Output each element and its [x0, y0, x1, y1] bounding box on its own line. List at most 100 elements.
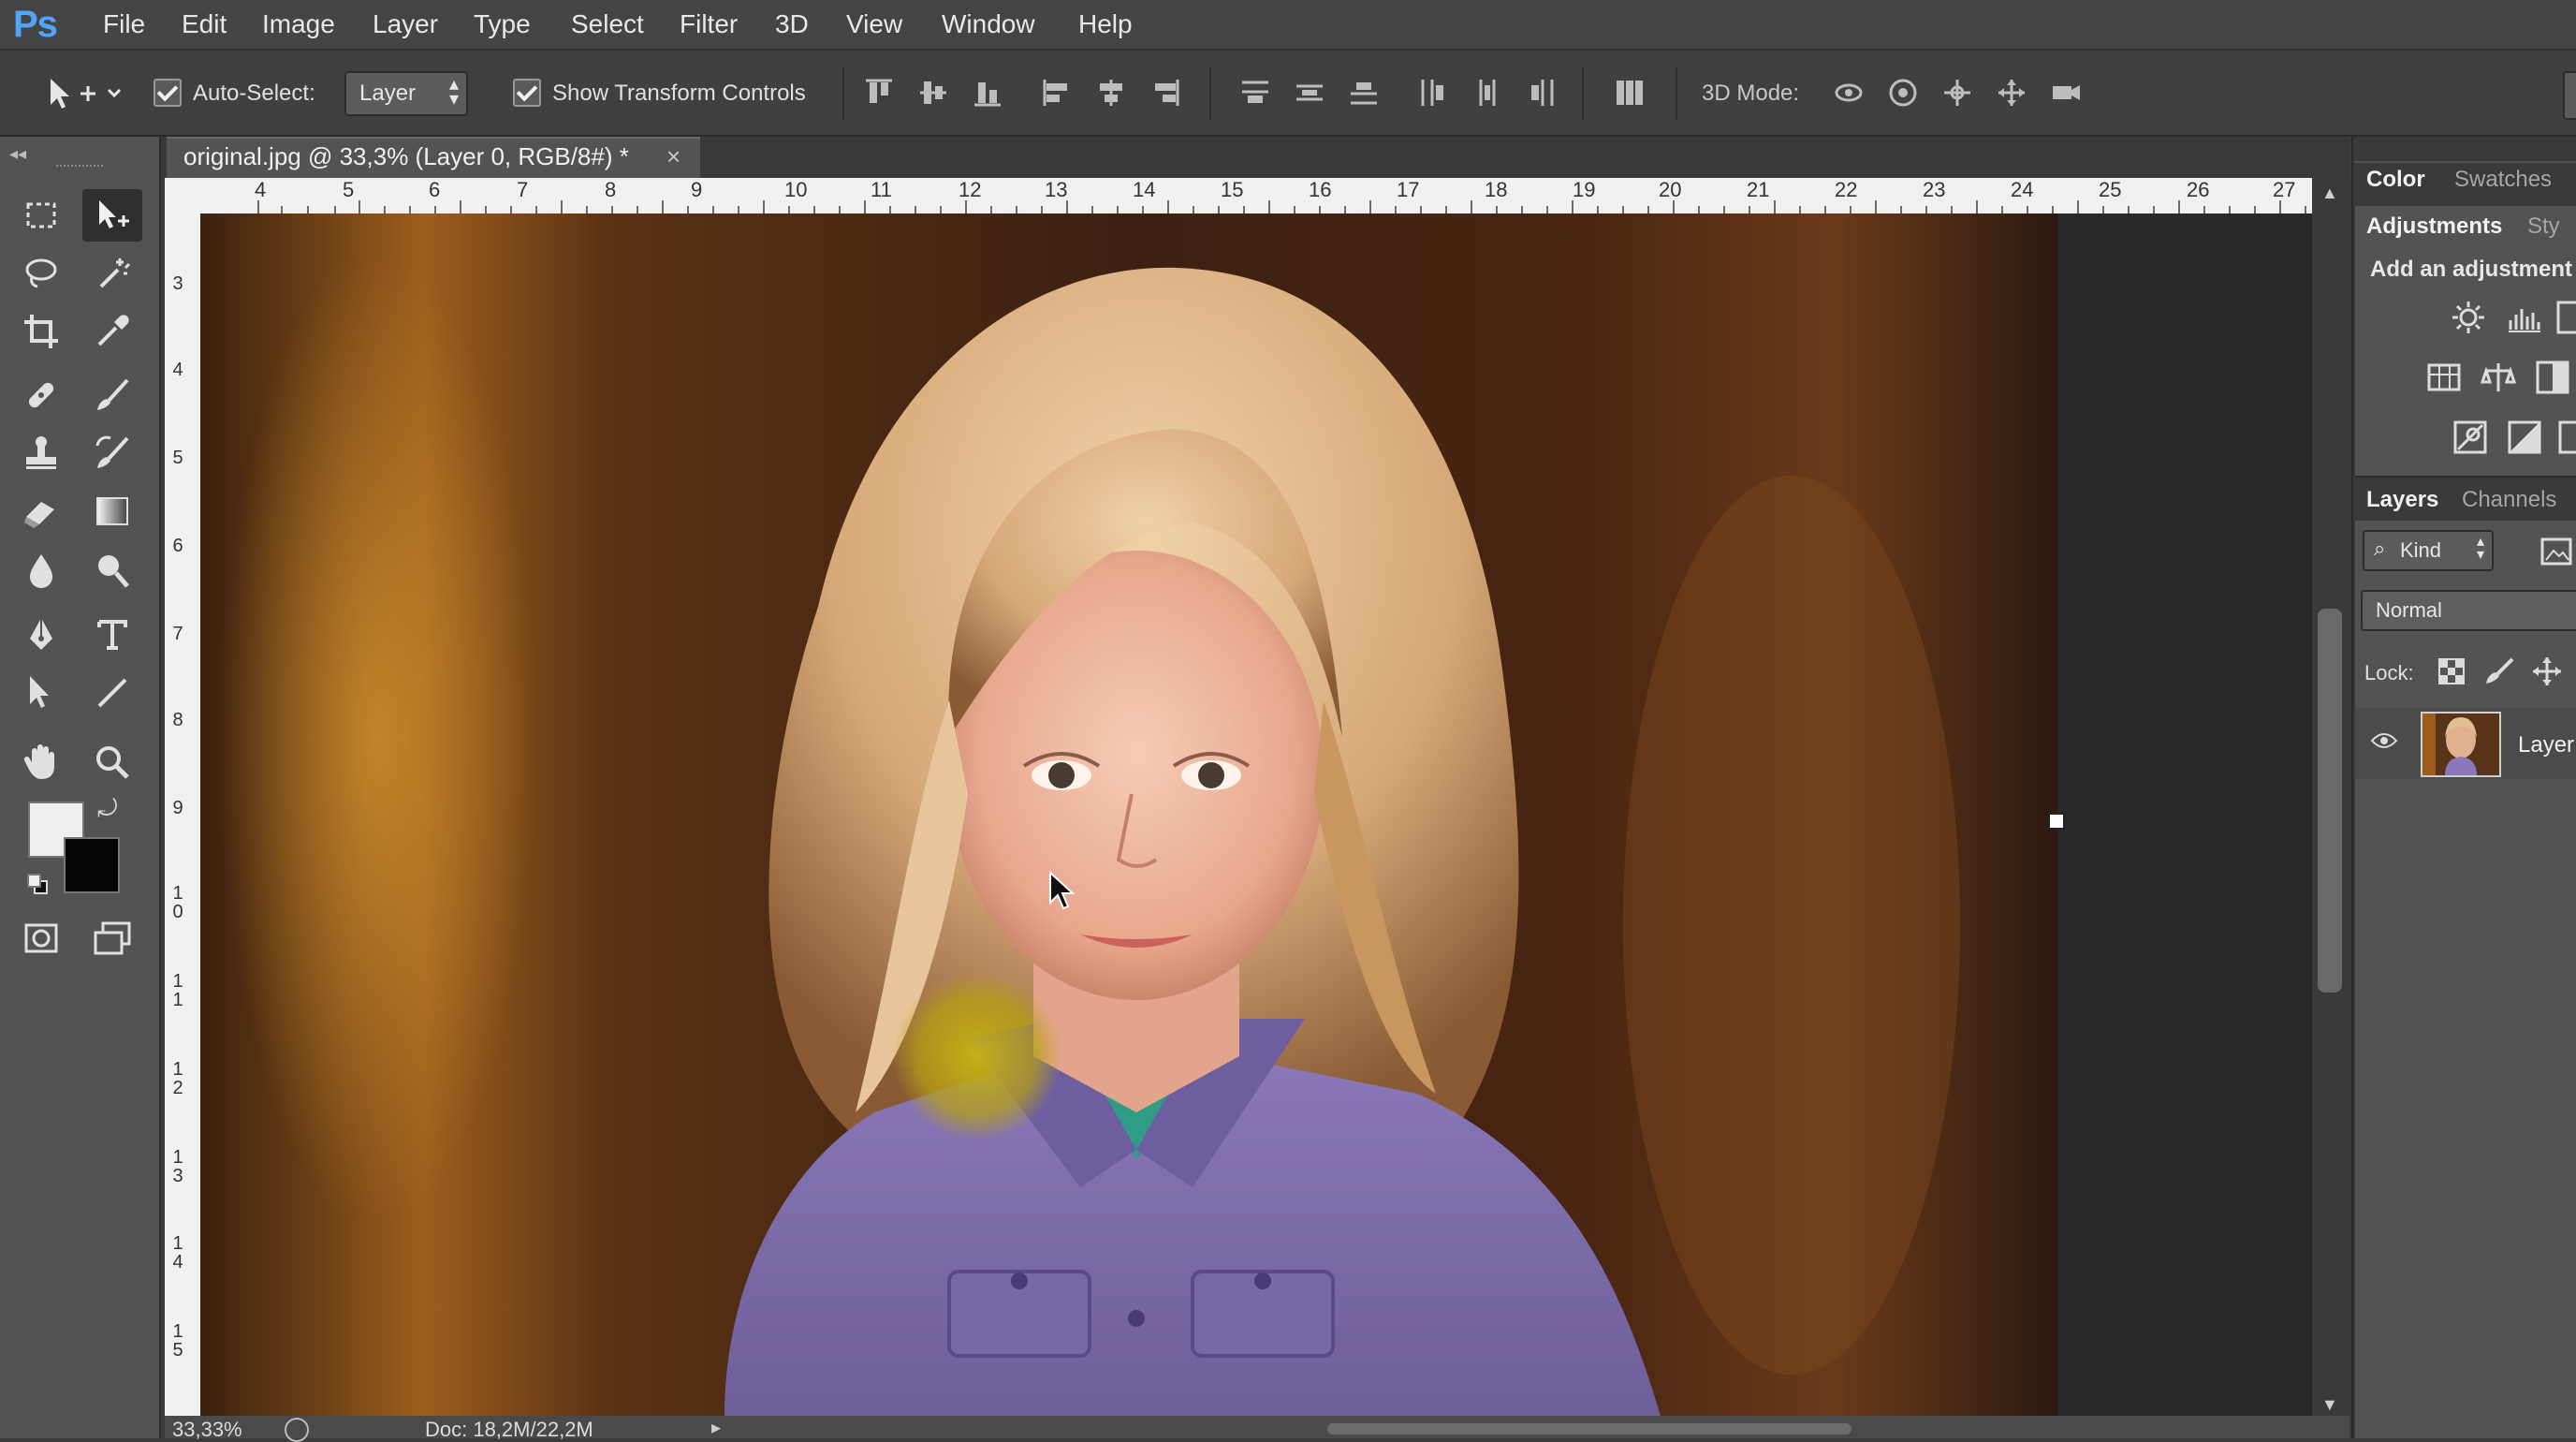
lock-transparent-pixels-icon[interactable] — [2437, 657, 2466, 685]
menu-layer[interactable]: Layer — [373, 9, 438, 39]
horizontal-scroll-thumb[interactable] — [1327, 1423, 1852, 1435]
auto-select-dropdown[interactable]: Layer ▴ ▾ — [344, 71, 468, 116]
invert-icon[interactable] — [2452, 419, 2488, 455]
document-canvas-photo[interactable] — [200, 213, 2057, 1416]
hand-tool-icon[interactable] — [11, 736, 71, 788]
scroll-up-icon[interactable]: ▲ — [2321, 184, 2338, 203]
3d-roll-icon[interactable] — [1887, 77, 1919, 109]
levels-icon[interactable] — [2507, 300, 2542, 335]
collapse-panel-icon[interactable]: ◂◂ — [9, 144, 26, 164]
pen-tool-icon[interactable] — [11, 609, 71, 661]
eraser-tool-icon[interactable] — [11, 485, 71, 537]
vibrance-icon[interactable] — [2426, 360, 2462, 395]
gradient-tool-icon[interactable] — [82, 485, 142, 537]
filter-image-layers-icon[interactable] — [2539, 534, 2574, 569]
lasso-tool-icon[interactable] — [11, 247, 71, 300]
type-tool-icon[interactable] — [82, 609, 142, 661]
menu-file[interactable]: File — [103, 9, 145, 39]
show-transform-checkbox[interactable] — [513, 79, 541, 107]
3d-orbit-icon[interactable] — [1833, 77, 1865, 109]
transform-handle[interactable] — [2048, 813, 2065, 830]
curves-icon[interactable] — [2555, 300, 2576, 335]
magic-wand-tool-icon[interactable] — [82, 247, 142, 300]
history-brush-tool-icon[interactable] — [82, 427, 142, 479]
vertical-ruler[interactable]: 3 4 5 6 7 8 9 1 0 1 1 1 2 1 3 1 4 1 5 — [165, 213, 200, 1416]
rectangular-marquee-tool-icon[interactable] — [11, 189, 71, 242]
menu-image[interactable]: Image — [262, 9, 335, 39]
tab-layers[interactable]: Layers — [2366, 487, 2438, 513]
dropdown-arrows-icon: ▴ ▾ — [448, 74, 459, 110]
line-tool-icon[interactable] — [82, 667, 142, 719]
menu-select[interactable]: Select — [571, 9, 644, 39]
distribute-left-edges-icon[interactable] — [1417, 77, 1449, 109]
brightness-contrast-icon[interactable] — [2451, 300, 2486, 335]
lock-position-icon[interactable] — [2531, 655, 2563, 687]
distribute-bottom-edges-icon[interactable] — [1348, 77, 1380, 109]
menu-3d[interactable]: 3D — [775, 9, 809, 39]
layer-name[interactable]: Layer — [2518, 732, 2574, 758]
tab-styles[interactable]: Sty — [2527, 213, 2560, 240]
tab-swatches[interactable]: Swatches — [2454, 167, 2552, 193]
eyedropper-tool-icon[interactable] — [82, 305, 142, 358]
auto-align-layers-icon[interactable] — [1614, 77, 1646, 109]
3d-slide-icon[interactable] — [1996, 77, 2027, 109]
path-selection-tool-icon[interactable] — [11, 667, 71, 719]
status-info-icon[interactable] — [285, 1418, 309, 1442]
blur-tool-icon[interactable] — [11, 545, 71, 597]
auto-select-checkbox[interactable] — [154, 79, 182, 107]
zoom-tool-icon[interactable] — [82, 736, 142, 788]
clone-stamp-tool-icon[interactable] — [11, 427, 71, 479]
tab-color[interactable]: Color — [2366, 167, 2425, 193]
menu-view[interactable]: View — [846, 9, 902, 39]
ruler-label: 22 — [1835, 178, 1858, 201]
tab-channels[interactable]: Channels — [2462, 487, 2556, 513]
3d-pan-icon[interactable] — [1941, 77, 1973, 109]
screen-mode-icon[interactable] — [82, 912, 142, 964]
move-tool-icon[interactable] — [82, 189, 142, 242]
crop-tool-icon[interactable] — [11, 305, 71, 358]
lock-image-pixels-icon[interactable] — [2484, 655, 2516, 687]
menu-help[interactable]: Help — [1078, 9, 1133, 39]
gradient-map-icon[interactable] — [2507, 419, 2542, 455]
color-balance-icon[interactable] — [2481, 360, 2516, 395]
distribute-horizontal-centers-icon[interactable] — [1471, 77, 1503, 109]
scroll-down-icon[interactable]: ▼ — [2321, 1395, 2338, 1415]
3d-camera-icon[interactable] — [2050, 77, 2082, 109]
layer-filter-dropdown[interactable]: ⌕ Kind ▴ ▾ — [2363, 530, 2494, 571]
quick-mask-icon[interactable] — [11, 912, 71, 964]
dodge-tool-icon[interactable] — [82, 545, 142, 597]
layer-visibility-eye-icon[interactable] — [2370, 730, 2398, 751]
move-tool-preset-icon[interactable] — [45, 73, 129, 119]
align-vertical-centers-icon[interactable] — [917, 77, 949, 109]
background-color-swatch[interactable] — [64, 837, 120, 893]
distribute-vertical-centers-icon[interactable] — [1294, 77, 1325, 109]
align-horizontal-centers-icon[interactable] — [1095, 77, 1127, 109]
brush-tool-icon[interactable] — [82, 369, 142, 421]
black-white-icon[interactable] — [2535, 360, 2570, 395]
default-colors-icon[interactable] — [26, 873, 49, 895]
menu-filter[interactable]: Filter — [680, 9, 738, 39]
panel-grip[interactable] — [56, 165, 103, 170]
align-left-edges-icon[interactable] — [1041, 77, 1073, 109]
ruler-label: 8 — [605, 178, 617, 201]
tab-adjustments[interactable]: Adjustments — [2366, 213, 2502, 240]
zoom-level[interactable]: 33,33% — [172, 1418, 242, 1442]
healing-brush-tool-icon[interactable] — [11, 369, 71, 421]
menu-window[interactable]: Window — [942, 9, 1035, 39]
swap-colors-icon[interactable]: ⤾ — [97, 794, 118, 824]
menu-edit[interactable]: Edit — [182, 9, 227, 39]
close-tab-icon[interactable]: × — [666, 142, 681, 171]
workspace-switcher[interactable] — [2563, 71, 2576, 120]
status-menu-arrow-icon[interactable]: ▸ — [711, 1416, 721, 1439]
align-right-edges-icon[interactable] — [1149, 77, 1181, 109]
menu-type[interactable]: Type — [474, 9, 531, 39]
selective-color-icon[interactable] — [2557, 419, 2576, 455]
blend-mode-dropdown[interactable]: Normal — [2361, 590, 2576, 631]
align-bottom-edges-icon[interactable] — [972, 77, 1003, 109]
distribute-top-edges-icon[interactable] — [1239, 77, 1271, 109]
align-top-edges-icon[interactable] — [863, 77, 895, 109]
ruler-label: 4 — [255, 178, 267, 201]
distribute-right-edges-icon[interactable] — [1526, 77, 1558, 109]
vertical-scroll-thumb[interactable] — [2318, 609, 2342, 993]
horizontal-ruler[interactable]: 4 5 6 7 8 9 10 11 12 13 14 15 16 17 18 1… — [165, 178, 2346, 213]
